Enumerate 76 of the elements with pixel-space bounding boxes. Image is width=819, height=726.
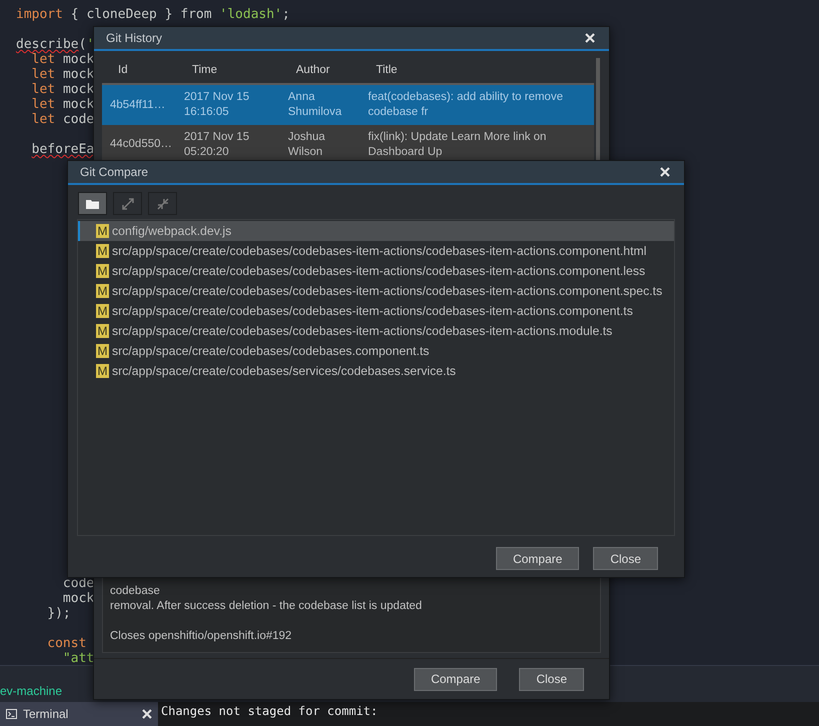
- commit-row[interactable]: 4b54ff11… 2017 Nov 15 16:16:05 Anna Shumilova feat(codebases): add ability to remove codebase fr: [102, 84, 594, 125]
- code-text: const: [47, 636, 86, 651]
- table-cell: 2017 Nov 15 16:16:05: [184, 91, 250, 118]
- file-path: src/app/space/create/codebases/codebases-item-actions/codebases-item-actions.component.ts: [112, 304, 633, 318]
- file-path: src/app/space/create/codebases/codebases-item-actions/codebases-item-actions.module.ts: [112, 324, 612, 338]
- table-cell: Joshua Wilson: [288, 130, 326, 158]
- dialog-button[interactable]: Compare: [496, 547, 580, 570]
- status-badge: M: [96, 324, 109, 338]
- code-text: mock: [62, 67, 94, 82]
- status-badge: M: [96, 244, 109, 258]
- code-text: describe: [16, 37, 79, 52]
- file-path: src/app/space/create/codebases/codebases-item-actions/codebases-item-actions.component.less: [112, 264, 646, 278]
- code-text: ;: [282, 7, 290, 22]
- status-badge: M: [96, 264, 109, 278]
- file-path: src/app/space/create/codebases/codebases-item-actions/codebases-item-actions.component.html: [112, 244, 647, 258]
- file-item[interactable]: M src/app/space/create/codebases/codebases-item-actions/codebases-item-actions.component.less: [78, 261, 674, 281]
- terminal-line: Changes not staged for commit:: [161, 705, 378, 718]
- table-cell: fix(link): Update Learn More link on Dashboard Up: [368, 130, 546, 158]
- code-text: "att: [62, 651, 94, 665]
- code-text: code: [62, 576, 94, 591]
- code-text: });: [47, 606, 71, 621]
- code-text: mock: [62, 52, 94, 67]
- status-badge: M: [96, 224, 109, 238]
- file-path: config/webpack.dev.js: [112, 224, 232, 238]
- window-title: Git Compare: [80, 165, 148, 179]
- code-text: import: [16, 7, 63, 22]
- code-text: let: [32, 97, 56, 112]
- dialog-button[interactable]: Close: [593, 547, 658, 570]
- file-path: src/app/space/create/codebases/services/codebases.service.ts: [112, 364, 456, 378]
- table-cell: 2017 Nov 15 05:20:20: [184, 130, 250, 158]
- file-item[interactable]: M src/app/space/create/codebases/codebases-item-actions/codebases-item-actions.component.spec.ts: [78, 281, 674, 301]
- table-cell: 4b54ff11…: [110, 98, 166, 111]
- window-title: Git History: [106, 31, 162, 45]
- status-badge: M: [96, 284, 109, 298]
- table-cell: Anna Shumilova: [288, 91, 342, 118]
- status-badge: M: [96, 304, 109, 318]
- folder-icon: [86, 198, 99, 208]
- code-text: let: [32, 67, 56, 82]
- code-text: mock: [62, 97, 94, 112]
- code-text: 'lodash': [220, 7, 282, 22]
- status-badge: M: [96, 364, 109, 378]
- file-item[interactable]: M src/app/space/create/codebases/codebases-item-actions/codebases-item-actions.component.ts: [78, 301, 674, 321]
- code-text: let: [32, 52, 56, 67]
- code-text: { cloneDeep } from: [70, 7, 213, 22]
- file-path: src/app/space/create/codebases/codebases.component.ts: [112, 344, 430, 358]
- panel-label: ev-machine: [0, 684, 62, 698]
- close-icon[interactable]: [142, 709, 152, 719]
- file-item[interactable]: M src/app/space/create/codebases/codebases-item-actions/codebases-item-actions.component.html: [78, 241, 674, 261]
- code-text: beforeEa: [32, 142, 94, 157]
- message-line: Closes openshiftio/openshift.io#192: [110, 629, 293, 644]
- table-cell: 44c0d550…: [110, 138, 172, 150]
- dialog-button[interactable]: Close: [519, 668, 584, 690]
- code-text: let: [32, 112, 56, 127]
- terminal-tab[interactable]: Terminal: [0, 702, 158, 726]
- table-cell: feat(codebases): add ability to remove codebase fr: [368, 91, 563, 118]
- code-text: let: [32, 82, 56, 97]
- expand-icon: [122, 198, 134, 210]
- dialog-button[interactable]: Compare: [414, 668, 498, 690]
- file-item[interactable]: M src/app/space/create/codebases/services/codebases.service.ts: [78, 361, 674, 381]
- status-badge: M: [96, 344, 109, 358]
- file-item[interactable]: M config/webpack.dev.js: [78, 221, 674, 241]
- file-item[interactable]: M src/app/space/create/codebases/codebases-item-actions/codebases-item-actions.module.ts: [78, 321, 674, 341]
- collapse-icon: [156, 198, 168, 210]
- code-text: (: [78, 37, 86, 52]
- code-text: mock: [62, 82, 94, 97]
- code-text: ': [86, 37, 94, 52]
- terminal-icon: [6, 709, 17, 719]
- toolbar-button[interactable]: [78, 192, 107, 215]
- file-item[interactable]: M src/app/space/create/codebases/codebases.component.ts: [78, 341, 674, 361]
- code-text: mock: [62, 591, 94, 606]
- file-path: src/app/space/create/codebases/codebases-item-actions/codebases-item-actions.component.spec.ts: [112, 284, 662, 298]
- code-text: code: [62, 112, 94, 127]
- message-line: removal. After success deletion - the codebase list is updated: [110, 599, 423, 614]
- close-icon[interactable]: [660, 167, 670, 177]
- message-line: codebase: [110, 584, 161, 599]
- close-icon[interactable]: [585, 33, 595, 43]
